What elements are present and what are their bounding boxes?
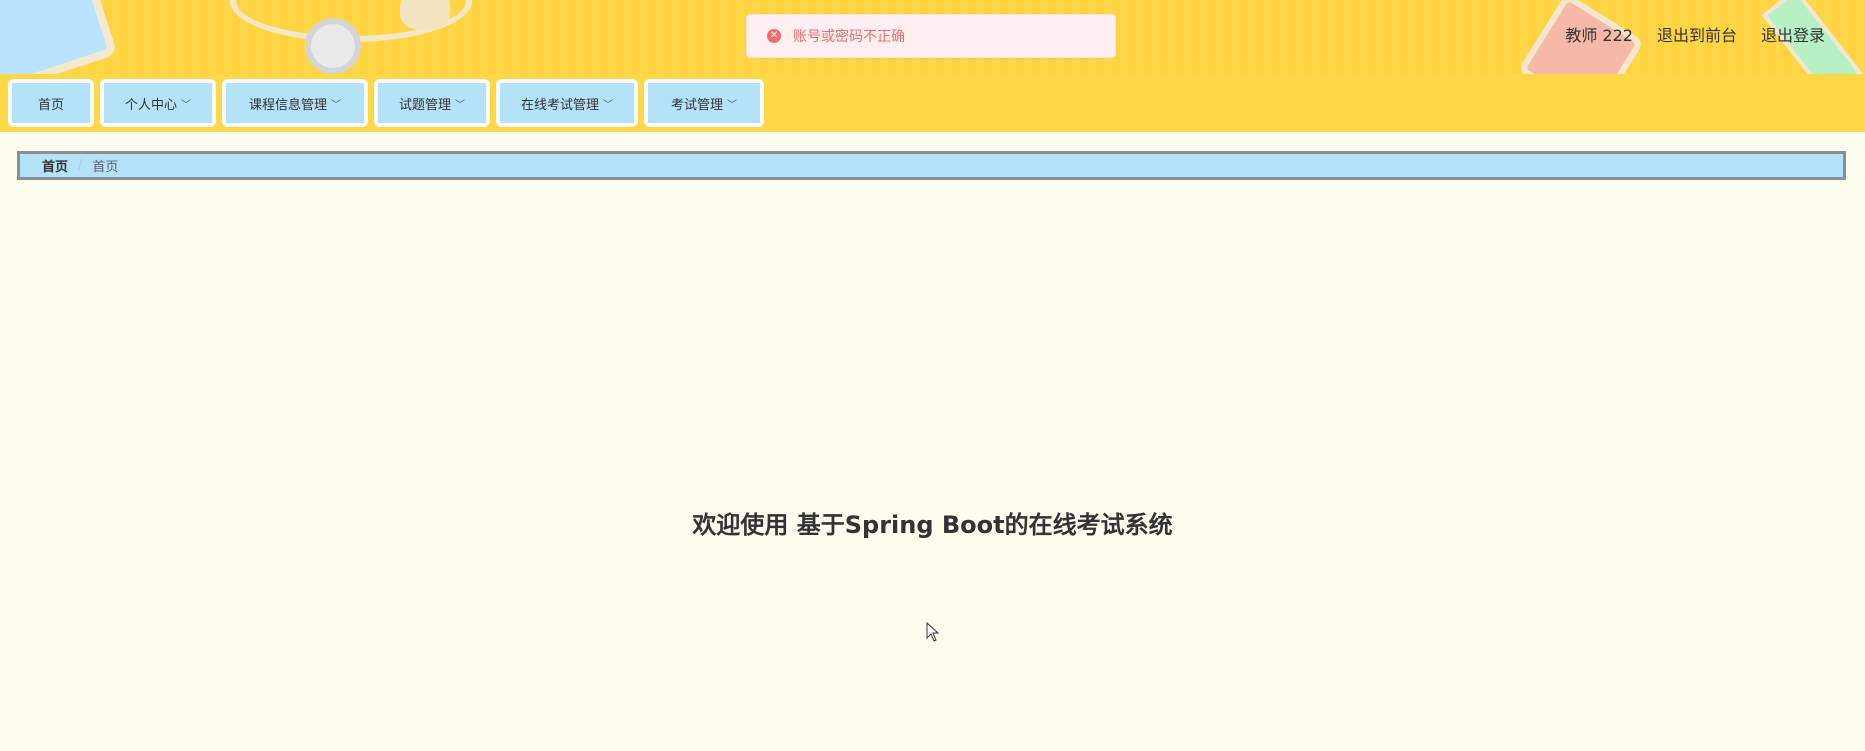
chevron-down-icon: ﹀ [727, 99, 737, 111]
chevron-down-icon: ﹀ [181, 99, 191, 111]
user-actions: 教师 222 退出到前台 退出登录 [1565, 22, 1825, 46]
chevron-down-icon: ﹀ [455, 99, 465, 111]
earbud-illustration [305, 18, 361, 74]
logout-link[interactable]: 退出登录 [1761, 22, 1825, 46]
nav-item-online-exam-management[interactable]: 在线考试管理 ﹀ [496, 79, 638, 127]
welcome-title: 欢迎使用 基于Spring Boot的在线考试系统 [692, 511, 1173, 539]
nav-item-label: 试题管理 [398, 97, 451, 113]
breadcrumb: 首页 / 首页 [17, 151, 1846, 180]
error-toast: ✕ 账号或密码不正确 [746, 14, 1116, 58]
nav-item-personal-center[interactable]: 个人中心 ﹀ [100, 79, 216, 127]
nav-item-label: 课程信息管理 [248, 97, 327, 113]
nav-item-inner: 课程信息管理 ﹀ [226, 83, 364, 123]
nav-item-label: 首页 [37, 97, 64, 113]
nav-item-inner: 试题管理 ﹀ [378, 83, 486, 123]
chevron-down-icon: ﹀ [331, 99, 341, 111]
nav-item-label: 在线考试管理 [520, 97, 599, 113]
chevron-down-icon: ﹀ [603, 99, 613, 111]
earbud-illustration [400, 0, 450, 30]
nav-item-question-management[interactable]: 试题管理 ﹀ [374, 79, 490, 127]
mouse-cursor-icon [926, 622, 940, 642]
nav-item-inner: 首页 [12, 83, 90, 123]
back-to-front-link[interactable]: 退出到前台 [1657, 22, 1737, 46]
nav-item-inner: 考试管理 ﹀ [648, 83, 760, 123]
nav-item-course-management[interactable]: 课程信息管理 ﹀ [222, 79, 368, 127]
breadcrumb-separator: / [78, 158, 83, 173]
error-circle-icon: ✕ [767, 29, 781, 43]
breadcrumb-current: 首页 [92, 160, 119, 175]
nav-item-inner: 在线考试管理 ﹀ [500, 83, 634, 123]
nav-item-exam-management[interactable]: 考试管理 ﹀ [644, 79, 764, 127]
header-bar: ✕ 账号或密码不正确 教师 222 退出到前台 退出登录 [0, 0, 1865, 76]
user-label: 教师 222 [1565, 26, 1633, 45]
nav-item-label: 考试管理 [670, 97, 723, 113]
nav-item-inner: 个人中心 ﹀ [104, 83, 212, 123]
nav-item-home[interactable]: 首页 [8, 79, 94, 127]
main-nav: 首页 个人中心 ﹀ 课程信息管理 ﹀ 试题管理 ﹀ 在线考试管理 ﹀ 考试管理 … [0, 74, 1865, 132]
nav-item-label: 个人中心 [124, 97, 177, 113]
breadcrumb-home[interactable]: 首页 [42, 156, 68, 175]
toast-message: 账号或密码不正确 [793, 29, 905, 45]
phone-illustration [0, 0, 118, 74]
